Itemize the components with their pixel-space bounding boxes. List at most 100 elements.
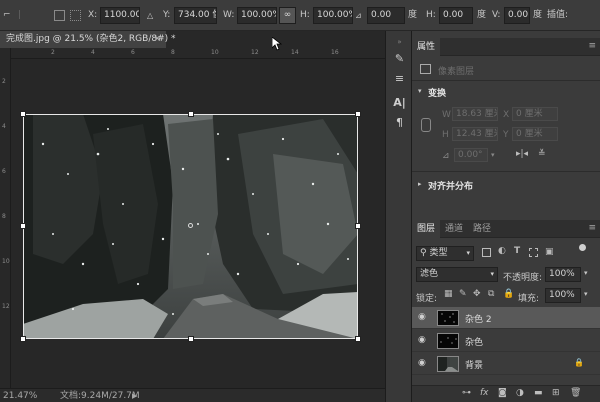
panel-menu-icon[interactable]: ≡ [588, 42, 596, 51]
link-dimensions-icon[interactable] [421, 118, 431, 132]
interpolation-label[interactable]: 插值: [547, 7, 568, 24]
angle-dropdown-icon[interactable]: ▾ [491, 151, 495, 159]
tab-layers[interactable]: 图层 [412, 220, 441, 238]
w-field[interactable]: 18.63 厘米 [452, 107, 498, 121]
transform-handle-bottom[interactable] [188, 336, 194, 342]
new-layer-icon[interactable]: ⊞ [552, 388, 560, 398]
trash-icon[interactable]: 🗑 [570, 388, 581, 398]
transform-handle-top-right[interactable] [355, 111, 361, 117]
angle-icon: ⊿ [355, 11, 362, 20]
lock-icon: 🔒 [574, 358, 584, 367]
layer-row-background[interactable]: ◉ 背景 🔒 [412, 353, 600, 375]
fill-input[interactable]: 100% [545, 288, 581, 303]
document-tab[interactable]: 完成图.jpg @ 21.5% (杂色2, RGB/8#) * × [0, 31, 176, 48]
y-field[interactable]: 0 厘米 [512, 127, 558, 141]
filter-shape-icon[interactable] [529, 248, 538, 257]
vertical-ruler[interactable]: 2 4 6 8 10 12 [0, 48, 11, 388]
zoom-level[interactable]: 21.47% [3, 389, 37, 402]
lock-artboard-icon[interactable]: ⧉ [488, 289, 494, 299]
opacity-input[interactable]: 100% [545, 267, 581, 282]
panel-menu-icon[interactable]: ≡ [588, 224, 596, 233]
ruler-label: 6 [2, 168, 6, 175]
layer-name[interactable]: 杂色 [465, 335, 483, 348]
add-mask-icon[interactable]: ◙ [498, 388, 507, 398]
reference-point-grid-icon[interactable] [70, 10, 81, 21]
collapse-icon[interactable]: » [392, 35, 407, 50]
new-group-icon[interactable]: ▬ [534, 388, 543, 398]
pixel-layer-icon [420, 64, 431, 74]
flip-horizontal-icon[interactable]: ▸|◂ [516, 149, 528, 159]
layers-bottom-bar: ⊶ fx ◙ ◑ ▬ ⊞ 🗑 [412, 385, 600, 402]
noise-thumbnail [440, 337, 457, 344]
status-menu-arrow-icon[interactable]: ▶ [132, 389, 137, 402]
tab-paths[interactable]: 路径 [468, 220, 496, 238]
layer-name[interactable]: 背景 [465, 358, 483, 371]
expand-transform-icon[interactable]: ▾ [418, 87, 422, 95]
w-input[interactable]: 100.00% [237, 7, 277, 24]
visibility-eye-icon[interactable]: ◉ [418, 358, 426, 368]
layer-row-noise[interactable]: ◉ 杂色 [412, 330, 600, 352]
filter-type-icon[interactable]: T [514, 246, 520, 256]
transform-handle-top[interactable] [188, 111, 194, 117]
fx-icon[interactable]: fx [480, 388, 489, 398]
angle-field[interactable]: 0.00° [454, 148, 488, 162]
filter-smart-object-icon[interactable]: ▣ [545, 247, 554, 257]
ruler-label: 4 [91, 49, 95, 56]
filter-toggle-icon[interactable] [579, 244, 586, 251]
h-input[interactable]: 100.00% [313, 7, 353, 24]
layer-filter-dropdown[interactable]: ⚲ 类型 ▾ [416, 246, 474, 261]
paragraph-icon[interactable]: ¶ [392, 115, 407, 130]
link-icon[interactable]: ∞ [279, 7, 296, 24]
ruler-label: 10 [211, 49, 219, 56]
angle-unit: 度 [408, 10, 418, 20]
visibility-eye-icon[interactable]: ◉ [418, 335, 426, 345]
lock-all-icon[interactable]: 🔒 [503, 289, 514, 299]
layers-tab-bar: 图层 通道 路径 ≡ [412, 220, 600, 238]
close-tab-icon[interactable]: × [153, 31, 161, 48]
lock-pixels-icon[interactable]: ✎ [459, 289, 467, 299]
delta-icon[interactable]: △ [147, 7, 153, 24]
horizontal-ruler[interactable]: 2 4 6 8 10 12 14 16 [11, 48, 385, 59]
link-layers-icon[interactable]: ⊶ [462, 388, 471, 398]
right-panels: 属性 ≡ 像素图层 ▾ 变换 W 18.63 厘米 X 0 厘米 H 12.43… [412, 31, 600, 402]
visibility-eye-icon[interactable]: ◉ [418, 312, 426, 322]
layer-row-noise-2[interactable]: ◉ 杂色 2 [412, 307, 600, 329]
y-label: Y: [163, 10, 171, 20]
vskew-input[interactable]: 0.00 [504, 7, 530, 24]
options-bar: ⌐ | X: 1100.00 像素 △ Y: 734.00 像素 W: 100.… [0, 0, 600, 31]
transform-reference-point[interactable] [188, 223, 193, 228]
filter-adjustment-icon[interactable]: ◐ [498, 246, 506, 256]
reference-point-toggle[interactable] [54, 10, 65, 21]
transform-handle-right[interactable] [355, 223, 361, 229]
transform-handle-bottom-right[interactable] [355, 336, 361, 342]
fill-slider-icon[interactable]: ▾ [584, 290, 588, 298]
expand-align-icon[interactable]: ▸ [418, 180, 422, 188]
canvas-area[interactable] [11, 59, 385, 388]
brush-icon[interactable]: ✎ [392, 51, 407, 66]
h-field[interactable]: 12.43 厘米 [452, 127, 498, 141]
x-input[interactable]: 1100.00 像素 [100, 7, 140, 24]
tool-preset-icon[interactable]: ⌐ [3, 7, 11, 24]
hskew-input[interactable]: 0.00 [439, 7, 473, 24]
character-icon[interactable]: A| [392, 95, 407, 110]
transform-handle-top-left[interactable] [20, 111, 26, 117]
x-field[interactable]: 0 厘米 [512, 107, 558, 121]
transform-handle-left[interactable] [20, 223, 26, 229]
adjustment-layer-icon[interactable]: ◑ [516, 388, 524, 398]
lock-position-icon[interactable]: ✥ [473, 289, 481, 299]
blend-mode-dropdown[interactable]: 滤色 ▾ [416, 267, 498, 282]
layer-name[interactable]: 杂色 2 [465, 312, 492, 325]
ruler-label: 8 [2, 213, 6, 220]
brush-settings-icon[interactable]: ≡ [392, 71, 407, 86]
tab-channels[interactable]: 通道 [440, 220, 468, 238]
transform-handle-bottom-left[interactable] [20, 336, 26, 342]
flip-vertical-icon[interactable]: ≚ [538, 149, 546, 159]
tab-properties[interactable]: 属性 [412, 38, 441, 56]
filter-pixel-icon[interactable] [482, 248, 491, 257]
opacity-slider-icon[interactable]: ▾ [584, 269, 588, 277]
divider [412, 80, 600, 81]
angle-input[interactable]: 0.00 [367, 7, 405, 24]
lock-label: 锁定: [416, 294, 438, 304]
lock-transparent-icon[interactable]: ▦ [444, 289, 453, 299]
y-input[interactable]: 734.00 像素 [174, 7, 217, 24]
